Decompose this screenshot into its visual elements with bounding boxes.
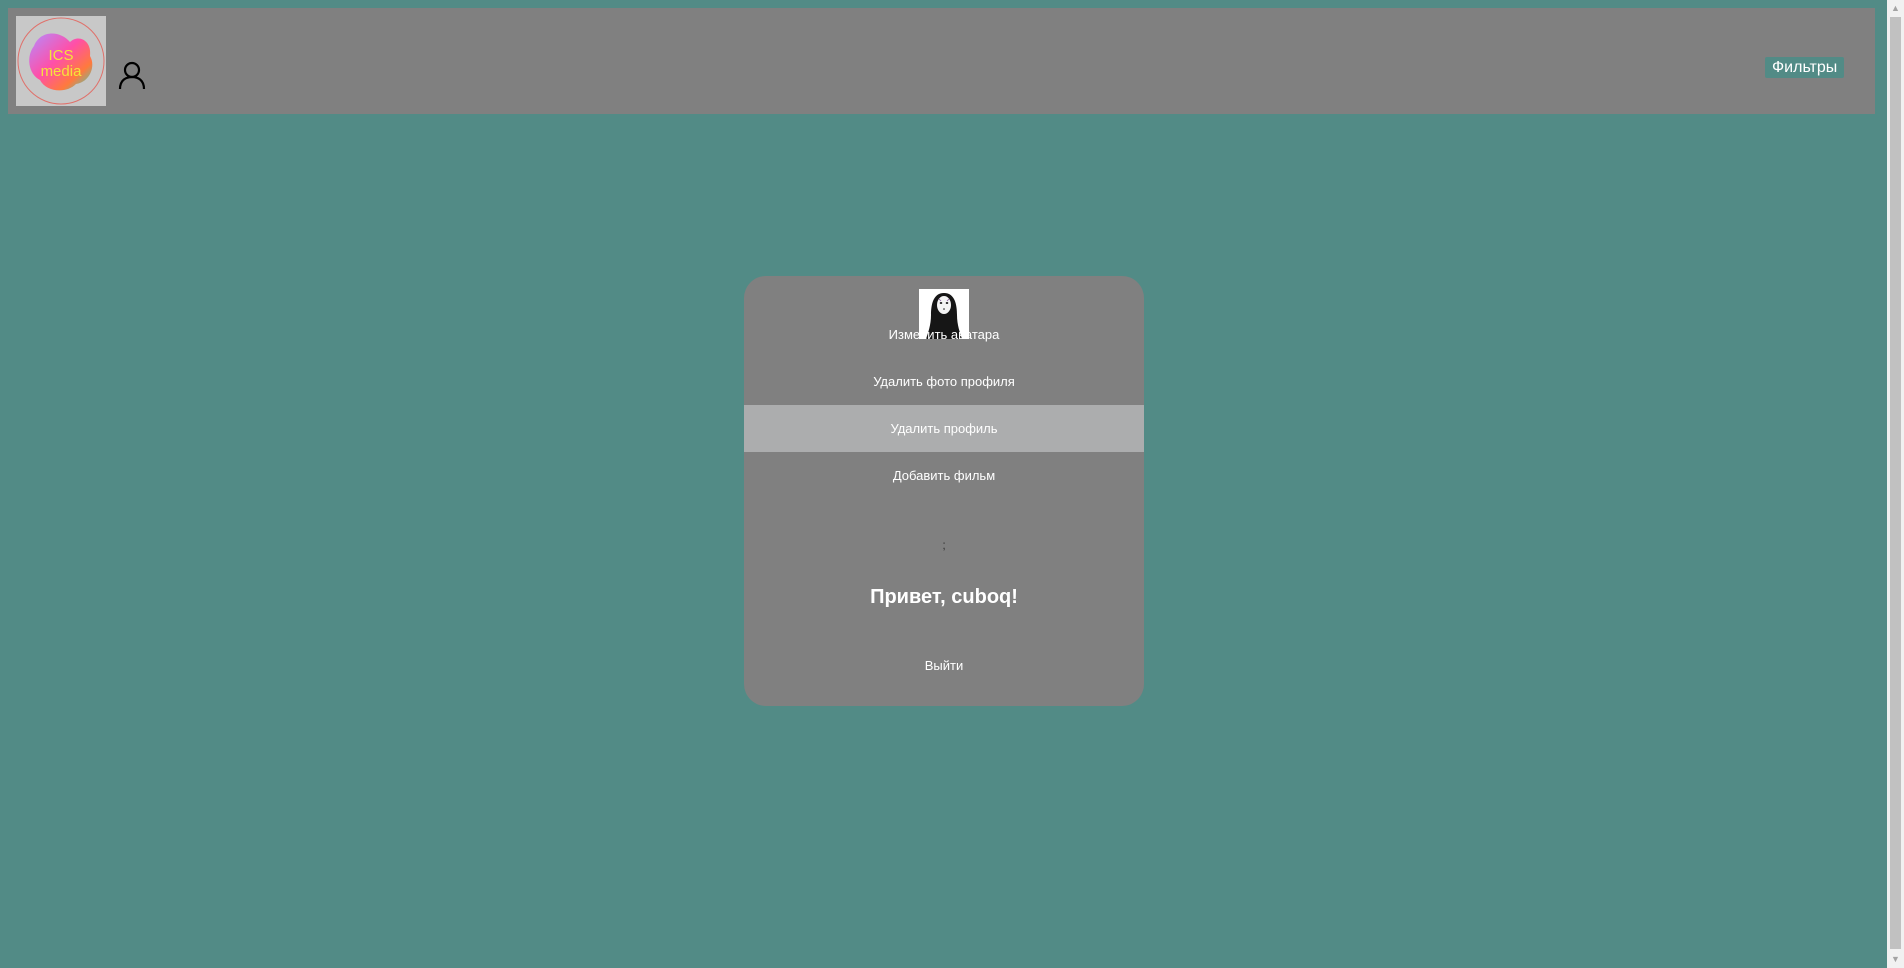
scroll-down-arrow-icon[interactable]: ▼ [1887,951,1904,968]
profile-card: Изменить аватара Удалить фото профиля Уд… [744,276,1144,706]
scroll-up-arrow-icon[interactable]: ▲ [1887,0,1904,17]
header: ICS media Фильтры [8,8,1875,114]
logo-text-line1: ICS [48,47,73,64]
vertical-scrollbar[interactable]: ▲ ▼ [1887,0,1904,968]
logout-button[interactable]: Выйти [744,658,1144,673]
add-film-button[interactable]: Добавить фильм [744,452,1144,499]
separator-text: ; [942,538,946,552]
delete-profile-button[interactable]: Удалить профиль [744,405,1144,452]
user-icon[interactable] [117,60,147,90]
change-avatar-button[interactable]: Изменить аватара [744,311,1144,358]
delete-profile-photo-button[interactable]: Удалить фото профиля [744,358,1144,405]
filters-button[interactable]: Фильтры [1765,57,1845,78]
site-logo[interactable]: ICS media [16,16,106,106]
greeting-heading: Привет, cuboq! [870,586,1018,608]
logo-text-line2: media [41,63,83,80]
scroll-thumb[interactable] [1890,17,1901,949]
